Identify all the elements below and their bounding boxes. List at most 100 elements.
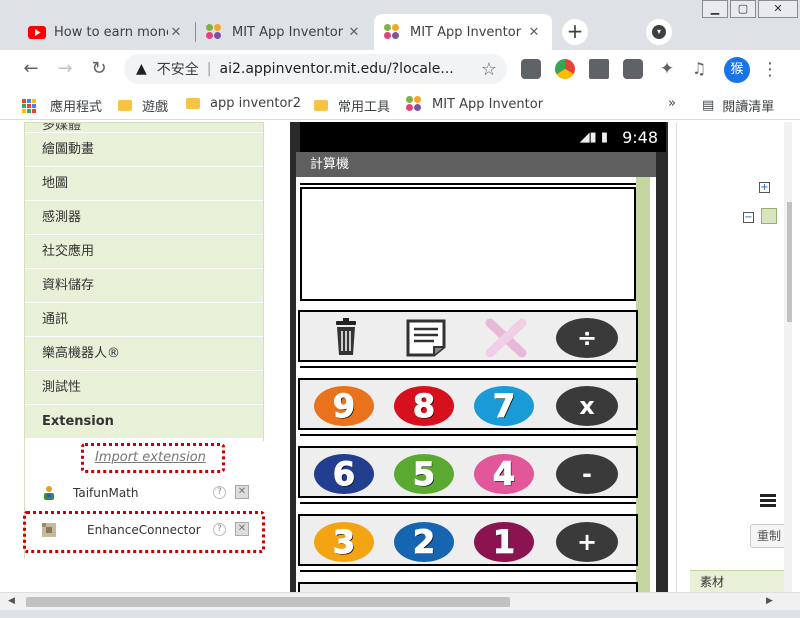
tab-mit-app-inventor-active[interactable]: MIT App Inventor ✕ — [374, 14, 552, 50]
components-panel: + − — [676, 122, 792, 592]
tree-collapse-icon[interactable]: − — [743, 212, 754, 223]
phone-screen[interactable]: 計算機 ÷ 9 8 7 x 6 5 4 - 3 2 1 + — [296, 152, 656, 592]
digit-9-button[interactable]: 9 — [314, 386, 374, 426]
screen-title: 計算機 — [296, 152, 656, 177]
notepad-icon[interactable] — [396, 315, 456, 359]
extension-puzzle-icon — [42, 523, 56, 537]
mit-app-inventor-icon — [206, 24, 222, 40]
app-inventor-designer: 多媒體 繪圖動畫 地圖 感測器 社交應用 資料儲存 通訊 樂高機器人® 測試性 … — [8, 122, 792, 592]
digit-1-button[interactable]: 1 — [474, 522, 534, 562]
tree-expand-icon[interactable]: + — [759, 182, 770, 193]
bookmark-star-icon[interactable]: ☆ — [481, 59, 497, 80]
puzzle-extensions-icon[interactable]: ✦ — [657, 59, 677, 79]
button-row-1: ÷ — [298, 310, 638, 362]
bookmark-label: 常用工具 — [338, 100, 391, 115]
omnibox-divider: | — [206, 61, 212, 77]
palette-category-social[interactable]: 社交應用 — [25, 235, 263, 269]
scroll-right-icon[interactable]: ▶ — [766, 596, 773, 606]
url-text[interactable]: ai2.appinventor.mit.edu/?locale... — [220, 61, 454, 77]
maximize-button[interactable]: ▢ — [730, 0, 756, 18]
extension-item-taifunmath[interactable]: TaifunMath ? ✕ — [25, 481, 265, 505]
delete-extension-icon[interactable]: ✕ — [235, 485, 249, 499]
bookmark-folder-tools[interactable]: 常用工具 — [314, 96, 390, 115]
folder-icon — [186, 98, 200, 109]
assets-header: 素材 — [690, 570, 784, 592]
bookmark-folder-app-inventor2[interactable]: app inventor2 — [186, 96, 301, 111]
hamburger-menu-icon[interactable] — [760, 494, 776, 509]
youtube-icon — [28, 25, 46, 39]
digit-2-button[interactable]: 2 — [394, 522, 454, 562]
bookmarks-overflow-button[interactable]: » — [668, 96, 676, 111]
new-tab-button[interactable]: + — [562, 19, 588, 45]
address-bar[interactable]: ▲ 不安全 | ai2.appinventor.mit.edu/?locale.… — [124, 54, 507, 84]
palette-category-storage[interactable]: 資料儲存 — [25, 269, 263, 303]
scrollbar-thumb[interactable] — [787, 202, 792, 322]
palette-category-extension[interactable]: Extension — [25, 405, 263, 439]
close-window-button[interactable]: ✕ — [758, 0, 798, 18]
delete-extension-icon[interactable]: ✕ — [235, 522, 249, 536]
divide-button[interactable]: ÷ — [556, 318, 618, 358]
horizontal-scrollbar[interactable]: ◀ ▶ — [0, 592, 800, 610]
tab-mit-app-inventor[interactable]: MIT App Inventor ✕ — [196, 14, 372, 50]
bookmark-folder-games[interactable]: 遊戲 — [118, 96, 168, 115]
avatar[interactable]: 猴 — [724, 57, 750, 83]
bookmark-manager-icon[interactable] — [623, 59, 643, 79]
help-icon[interactable]: ? — [213, 486, 226, 499]
folder-icon[interactable] — [589, 59, 609, 79]
palette-category-sensors[interactable]: 感測器 — [25, 201, 263, 235]
tab-close-icon[interactable]: ✕ — [526, 25, 542, 40]
forward-arrow-icon[interactable]: → — [52, 56, 78, 82]
chrome-icon[interactable] — [555, 59, 575, 79]
palette-category-media[interactable]: 多媒體 — [25, 123, 263, 133]
palette-category-connectivity[interactable]: 通訊 — [25, 303, 263, 337]
extension-square-icon[interactable] — [521, 59, 541, 79]
tab-youtube[interactable]: How to earn mone ✕ — [18, 14, 194, 50]
minimize-button[interactable]: ▁ — [702, 0, 728, 18]
subtract-button[interactable]: - — [556, 454, 618, 494]
multiply-button[interactable]: x — [556, 386, 618, 426]
vertical-scrollbar[interactable] — [784, 122, 792, 592]
digit-5-button[interactable]: 5 — [394, 454, 454, 494]
palette-category-maps[interactable]: 地圖 — [25, 167, 263, 201]
digit-3-button[interactable]: 3 — [314, 522, 374, 562]
digit-6-button[interactable]: 6 — [314, 454, 374, 494]
import-extension-link[interactable]: Import extension — [95, 450, 206, 465]
screen-scrollbar-strip — [636, 177, 650, 592]
digit-8-button[interactable]: 8 — [394, 386, 454, 426]
palette-category-experimental[interactable]: 測試性 — [25, 371, 263, 405]
chevron-down-icon: ▾ — [652, 25, 666, 39]
palette-category-lego[interactable]: 樂高機器人® — [25, 337, 263, 371]
palette-category-drawing[interactable]: 繪圖動畫 — [25, 133, 263, 167]
mit-app-inventor-icon — [384, 24, 400, 40]
help-icon[interactable]: ? — [213, 523, 226, 536]
tab-close-icon[interactable]: ✕ — [168, 25, 184, 40]
signal-battery-icon: ◢▮ ▮ — [579, 130, 608, 145]
browser-toolbar: ← → ↻ ▲ 不安全 | ai2.appinventor.mit.edu/?l… — [0, 50, 800, 88]
scrollbar-thumb[interactable] — [26, 597, 510, 607]
calculator-display[interactable] — [300, 187, 636, 301]
button-row-3: 6 5 4 - — [298, 446, 638, 498]
add-button[interactable]: + — [556, 522, 618, 562]
tab-close-icon[interactable]: ✕ — [346, 25, 362, 40]
folder-icon — [118, 100, 132, 111]
phone-preview: ◢▮ ▮ 9:48 計算機 ÷ 9 8 7 x 6 5 4 - 3 2 1 + — [290, 122, 668, 592]
reading-list-icon: ▤ — [702, 98, 715, 113]
row-separator — [300, 183, 636, 185]
window-bottom-border — [0, 610, 800, 618]
scroll-left-icon[interactable]: ◀ — [8, 596, 15, 606]
trash-icon[interactable] — [316, 315, 376, 359]
menu-kebab-icon[interactable]: ⋮ — [760, 57, 780, 83]
bookmark-apps[interactable]: 應用程式 — [22, 96, 102, 115]
digit-7-button[interactable]: 7 — [474, 386, 534, 426]
digit-4-button[interactable]: 4 — [474, 454, 534, 494]
back-arrow-icon[interactable]: ← — [18, 56, 44, 82]
extension-pane: Import extension TaifunMath ? ✕ EnhanceC… — [23, 441, 265, 559]
status-time: 9:48 — [622, 128, 658, 147]
tab-search-button[interactable]: ▾ — [646, 19, 672, 45]
cancel-x-icon[interactable] — [476, 315, 536, 359]
extension-item-enhanceconnector[interactable]: EnhanceConnector ? ✕ — [25, 518, 265, 542]
media-queue-icon[interactable]: ♫ — [689, 59, 709, 79]
bookmark-mit-app-inventor[interactable]: MIT App Inventor — [406, 96, 543, 112]
reading-list-button[interactable]: ▤ 閱讀清單 — [702, 96, 774, 115]
reload-icon[interactable]: ↻ — [86, 56, 112, 82]
